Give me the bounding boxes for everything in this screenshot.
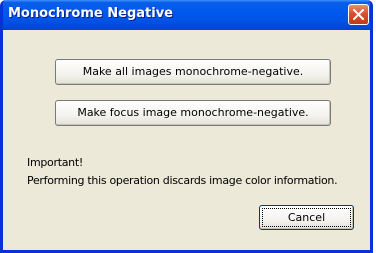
close-icon bbox=[353, 9, 364, 20]
important-label: Important! bbox=[27, 156, 83, 169]
dialog-title: Monochrome Negative bbox=[8, 6, 173, 21]
cancel-button-label: Cancel bbox=[262, 208, 351, 227]
make-focus-monochrome-negative-button[interactable]: Make focus image monochrome-negative. bbox=[55, 100, 331, 126]
make-all-monochrome-negative-button[interactable]: Make all images monochrome-negative. bbox=[55, 59, 331, 85]
warning-message: Performing this operation discards image… bbox=[27, 174, 338, 187]
monochrome-negative-dialog: Monochrome Negative Make all images mono… bbox=[0, 0, 373, 253]
cancel-button[interactable]: Cancel bbox=[259, 205, 354, 230]
title-bar[interactable]: Monochrome Negative bbox=[3, 0, 370, 30]
close-button[interactable] bbox=[348, 4, 369, 25]
